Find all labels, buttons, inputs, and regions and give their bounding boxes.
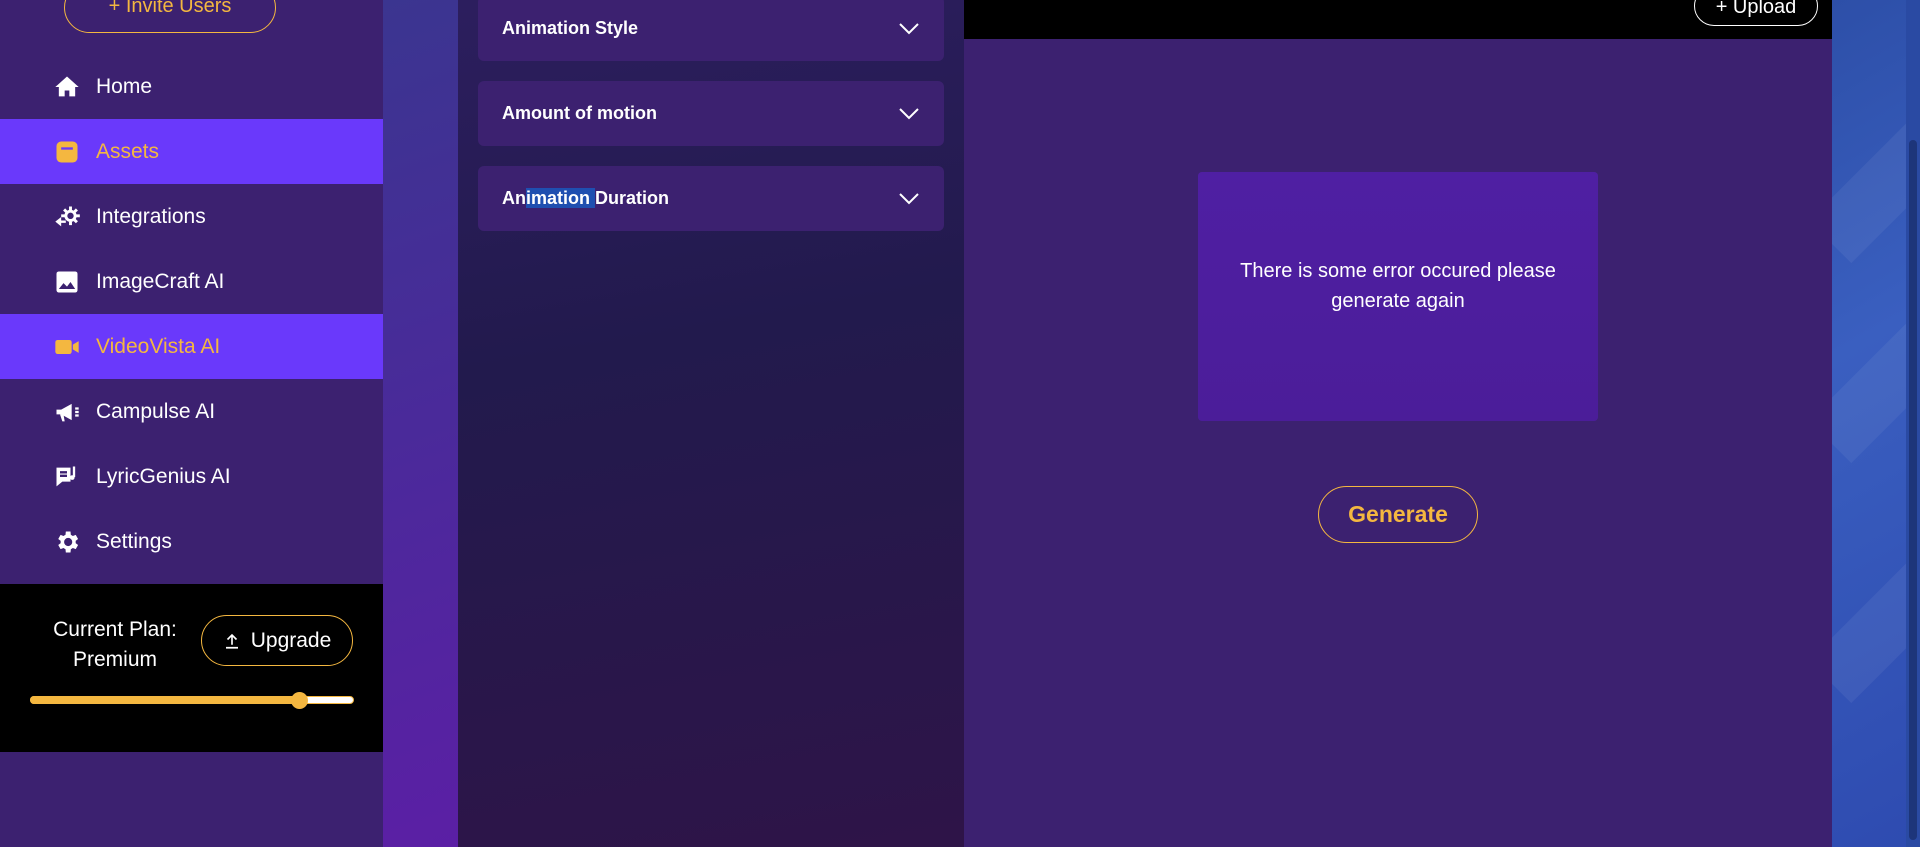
sidebar-item-integrations[interactable]: Integrations	[0, 184, 383, 249]
assets-icon	[52, 137, 82, 167]
video-settings-panel: Animation Style Amount of motion Animati…	[458, 0, 964, 847]
sidebar-item-label: VideoVista AI	[96, 334, 221, 358]
megaphone-icon	[52, 397, 82, 427]
background-strip-right	[1832, 0, 1920, 847]
integrations-icon	[52, 202, 82, 232]
invite-users-button[interactable]: + Invite Users	[64, 0, 276, 33]
accordion-amount-of-motion[interactable]: Amount of motion	[478, 81, 944, 146]
slider-thumb[interactable]	[290, 692, 308, 709]
sidebar-item-label: Home	[96, 74, 153, 98]
upload-arrow-icon	[225, 633, 238, 649]
sidebar: + Invite Users Home Assets Integrations …	[0, 0, 383, 847]
sidebar-item-videovista[interactable]: VideoVista AI	[0, 314, 383, 379]
accordion-animation-style[interactable]: Animation Style	[478, 0, 944, 61]
lyrics-icon	[52, 462, 82, 492]
error-message: There is some error occured please gener…	[1240, 260, 1556, 312]
sidebar-item-lyricgenius[interactable]: LyricGenius AI	[0, 444, 383, 509]
chevron-down-icon	[899, 22, 919, 34]
text-selection-highlight: imation	[526, 188, 596, 208]
generate-button[interactable]: Generate	[1318, 486, 1478, 543]
home-icon	[52, 72, 82, 102]
video-icon	[52, 332, 82, 362]
sidebar-nav: Home Assets Integrations ImageCraft AI V…	[0, 54, 383, 574]
sidebar-item-settings[interactable]: Settings	[0, 509, 383, 574]
gear-icon	[52, 527, 82, 557]
accordion-label: Animation Duration	[502, 188, 670, 208]
sidebar-item-label: LyricGenius AI	[96, 464, 231, 488]
vertical-scrollbar[interactable]	[1906, 0, 1920, 847]
current-plan-box: Current Plan: Premium Upgrade	[0, 584, 383, 752]
image-icon	[52, 267, 82, 297]
sidebar-item-campulse[interactable]: Campulse AI	[0, 379, 383, 444]
sidebar-item-label: Campulse AI	[96, 399, 216, 423]
sidebar-item-assets[interactable]: Assets	[0, 119, 383, 184]
upgrade-button[interactable]: Upgrade	[201, 615, 353, 666]
chevron-down-icon	[899, 107, 919, 119]
sidebar-item-label: Settings	[96, 529, 172, 553]
plan-usage-slider[interactable]	[30, 692, 354, 709]
accordion-animation-duration[interactable]: Animation Duration	[478, 166, 944, 231]
background-strip-left	[383, 0, 458, 847]
main-content	[964, 39, 1832, 847]
scrollbar-thumb[interactable]	[1909, 140, 1917, 840]
current-plan-label: Current Plan: Premium	[53, 618, 177, 671]
sidebar-item-label: ImageCraft AI	[96, 269, 225, 293]
sidebar-item-label: Assets	[96, 139, 160, 163]
sidebar-item-label: Integrations	[96, 204, 206, 228]
sidebar-item-home[interactable]: Home	[0, 54, 383, 119]
video-preview-card: There is some error occured please gener…	[1198, 172, 1598, 421]
chevron-down-icon	[899, 192, 919, 204]
sidebar-item-imagecraft[interactable]: ImageCraft AI	[0, 249, 383, 314]
upload-button[interactable]: + Upload	[1694, 0, 1818, 26]
